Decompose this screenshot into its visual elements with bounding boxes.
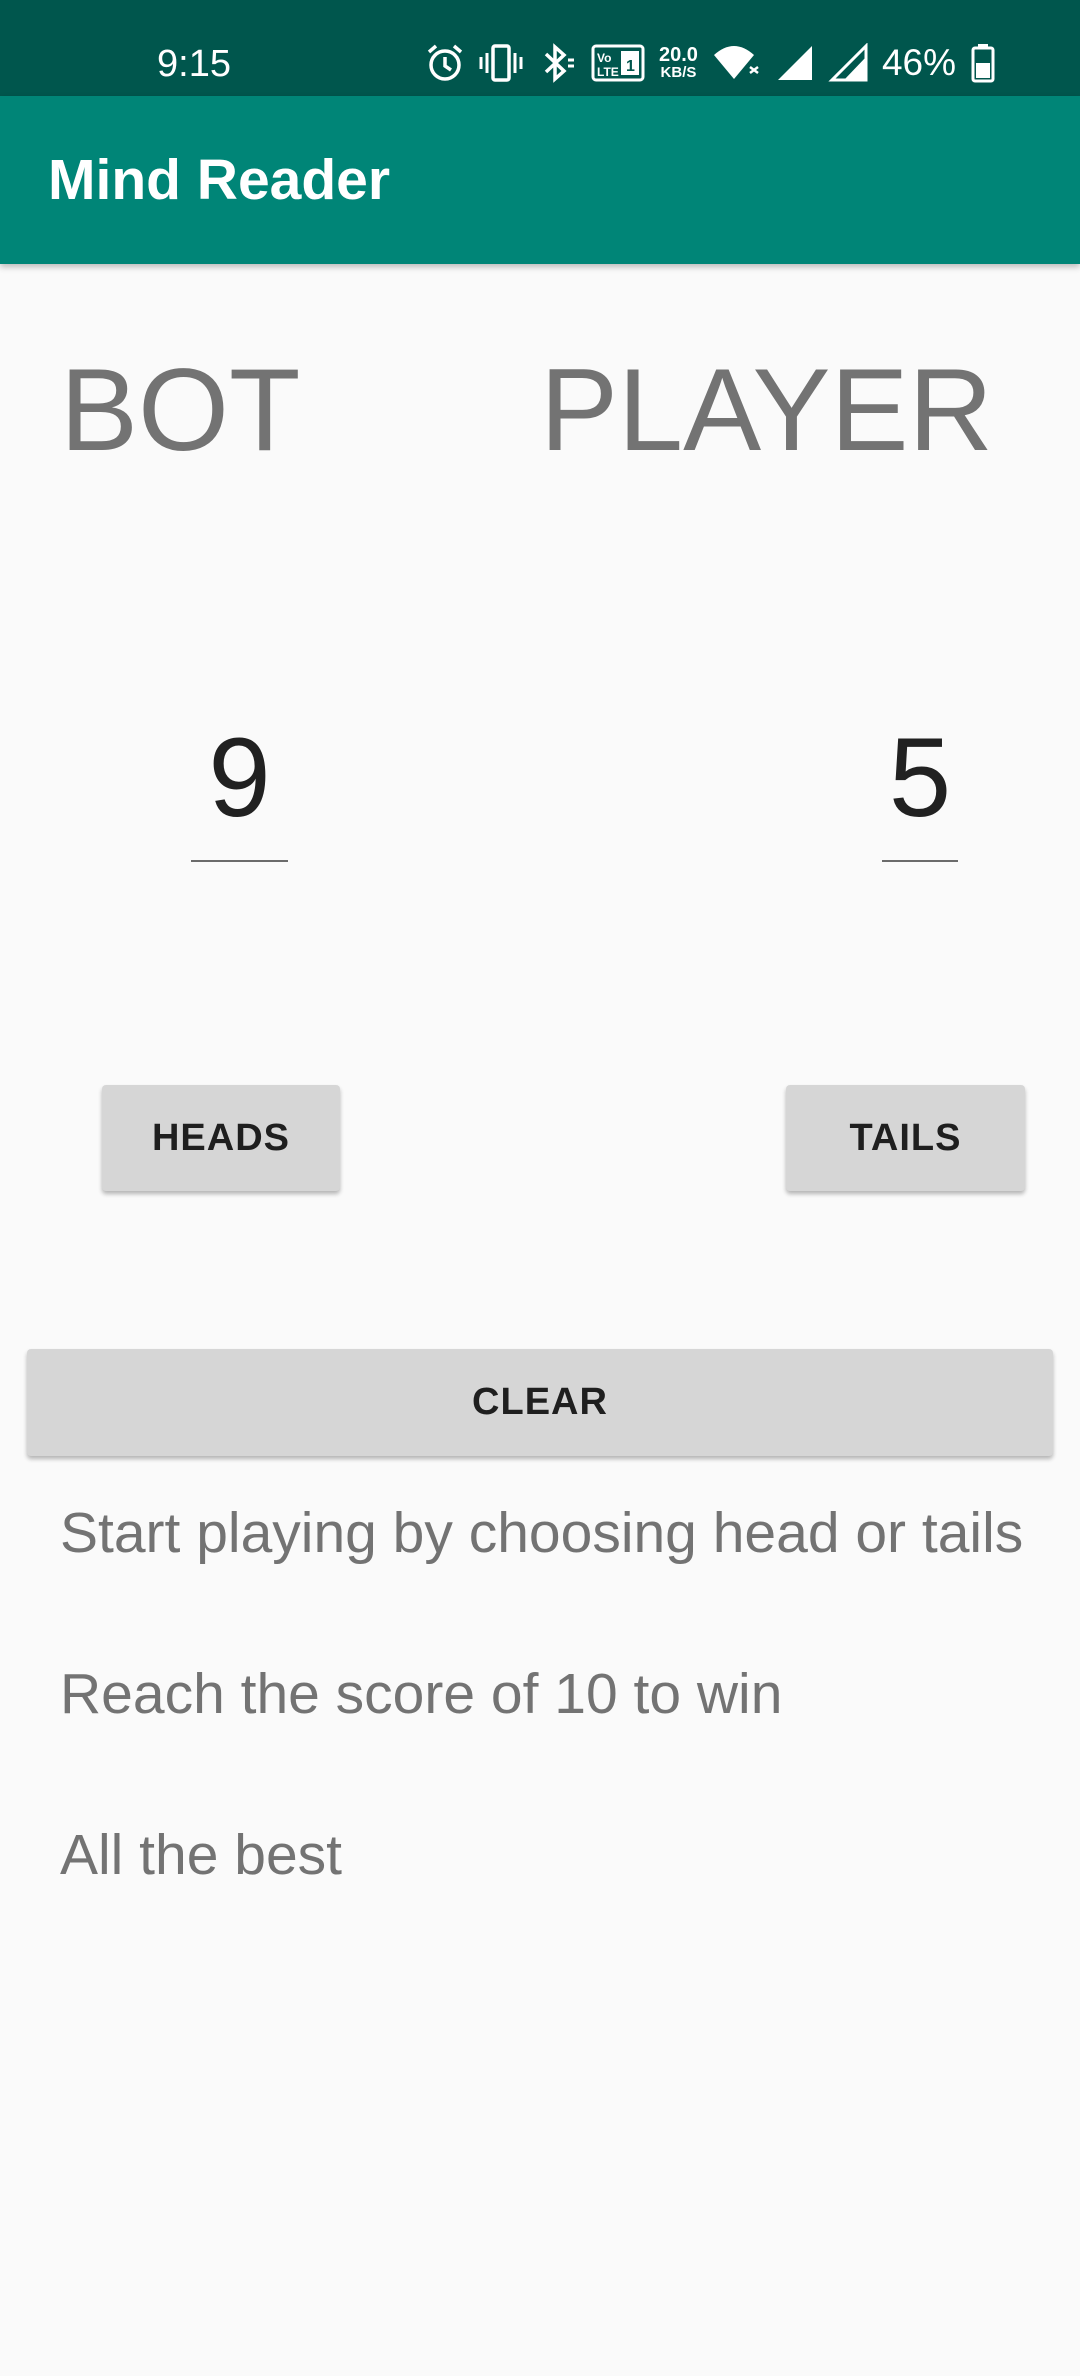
status-time: 9:15 (157, 43, 231, 85)
net-speed: 20.0 KB/S (659, 44, 698, 81)
info-goal-text: Reach the score of 10 to win (60, 1662, 783, 1726)
app-title: Mind Reader (48, 148, 391, 212)
alarm-icon (425, 43, 465, 83)
app-bar: Mind Reader (0, 96, 1080, 264)
battery-percent: 46% (881, 42, 956, 83)
signal-icon-2 (828, 43, 868, 83)
vibrate-icon (479, 43, 523, 83)
status-bar: 9:15 Vo LTE 1 20.0 KB/S 46% (0, 0, 1080, 96)
bot-label: BOT (60, 344, 301, 475)
volte-icon: Vo LTE 1 (591, 43, 645, 83)
player-score-field[interactable]: 5 (882, 708, 958, 862)
player-label: PLAYER (540, 344, 994, 475)
net-speed-unit: KB/S (660, 64, 697, 81)
tails-button[interactable]: TAILS (786, 1085, 1025, 1191)
volte-label-sim: 1 (626, 58, 635, 75)
wifi-icon (712, 43, 760, 83)
status-icons: Vo LTE 1 20.0 KB/S 46% (425, 38, 996, 88)
volte-label-lte: LTE (597, 65, 619, 79)
volte-label-vo: Vo (597, 51, 611, 65)
signal-icon (774, 43, 814, 83)
bluetooth-icon (537, 43, 577, 83)
clear-button[interactable]: CLEAR (27, 1349, 1053, 1456)
heads-button[interactable]: HEADS (102, 1085, 340, 1191)
battery-icon (970, 43, 996, 83)
bot-score-field[interactable]: 9 (191, 708, 288, 862)
net-speed-value: 20.0 (659, 44, 698, 66)
info-wish-text: All the best (60, 1823, 342, 1887)
info-start-text: Start playing by choosing head or tails (60, 1501, 1024, 1565)
